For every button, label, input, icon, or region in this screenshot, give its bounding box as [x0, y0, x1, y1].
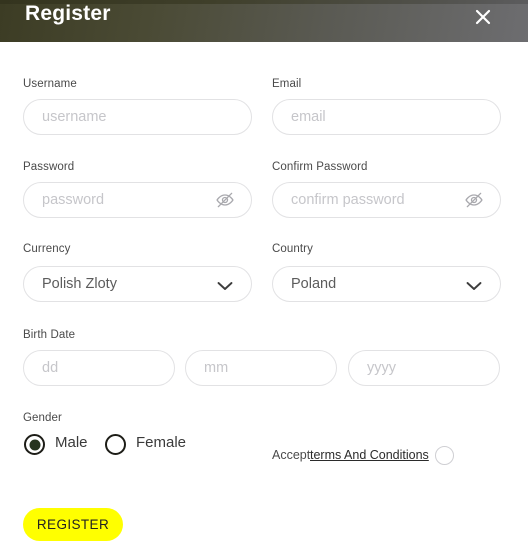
label-gender: Gender [23, 412, 62, 424]
currency-select[interactable]: Polish Zloty [23, 266, 252, 302]
username-placeholder: username [42, 109, 107, 125]
password-input[interactable]: password [23, 182, 252, 218]
close-icon [475, 9, 491, 25]
chevron-down-icon-country[interactable] [466, 279, 482, 290]
label-birth-date: Birth Date [23, 329, 76, 341]
username-input[interactable]: username [23, 99, 252, 135]
label-username: Username [23, 78, 77, 90]
radio-male-dot [29, 439, 40, 450]
eye-off-icon-confirm[interactable] [464, 190, 484, 210]
label-country: Country [272, 243, 313, 255]
confirm-password-placeholder: confirm password [291, 192, 405, 208]
page-title: Register [25, 2, 111, 25]
radio-label-male[interactable]: Male [55, 434, 88, 451]
confirm-password-input[interactable]: confirm password [272, 182, 501, 218]
country-select[interactable]: Poland [272, 266, 501, 302]
birth-year-placeholder: yyyy [367, 360, 396, 376]
country-value: Poland [291, 276, 337, 292]
radio-label-female[interactable]: Female [136, 434, 186, 451]
password-placeholder: password [42, 192, 105, 208]
radio-gender-female[interactable] [105, 434, 126, 455]
register-button[interactable]: REGISTER [23, 508, 123, 541]
modal-header: Register [0, 0, 528, 42]
registration-form: Username username Email email Password p… [0, 42, 528, 545]
label-confirm-password: Confirm Password [272, 161, 368, 173]
email-placeholder: email [291, 109, 326, 125]
birth-year-input[interactable]: yyyy [348, 350, 500, 386]
chevron-down-icon-currency[interactable] [217, 279, 233, 290]
label-email: Email [272, 78, 302, 90]
terms-and-conditions-link[interactable]: terms And Conditions [310, 448, 429, 462]
eye-off-icon[interactable] [215, 190, 235, 210]
accept-text: Accept [272, 448, 311, 462]
birth-month-placeholder: mm [204, 360, 229, 376]
label-currency: Currency [23, 243, 71, 255]
birth-month-input[interactable]: mm [185, 350, 337, 386]
currency-value: Polish Zloty [42, 276, 117, 292]
email-input[interactable]: email [272, 99, 501, 135]
close-button[interactable] [470, 4, 496, 30]
birth-day-placeholder: dd [42, 360, 59, 376]
label-password: Password [23, 161, 75, 173]
birth-day-input[interactable]: dd [23, 350, 175, 386]
terms-checkbox[interactable] [435, 446, 454, 465]
radio-gender-male[interactable] [24, 434, 45, 455]
